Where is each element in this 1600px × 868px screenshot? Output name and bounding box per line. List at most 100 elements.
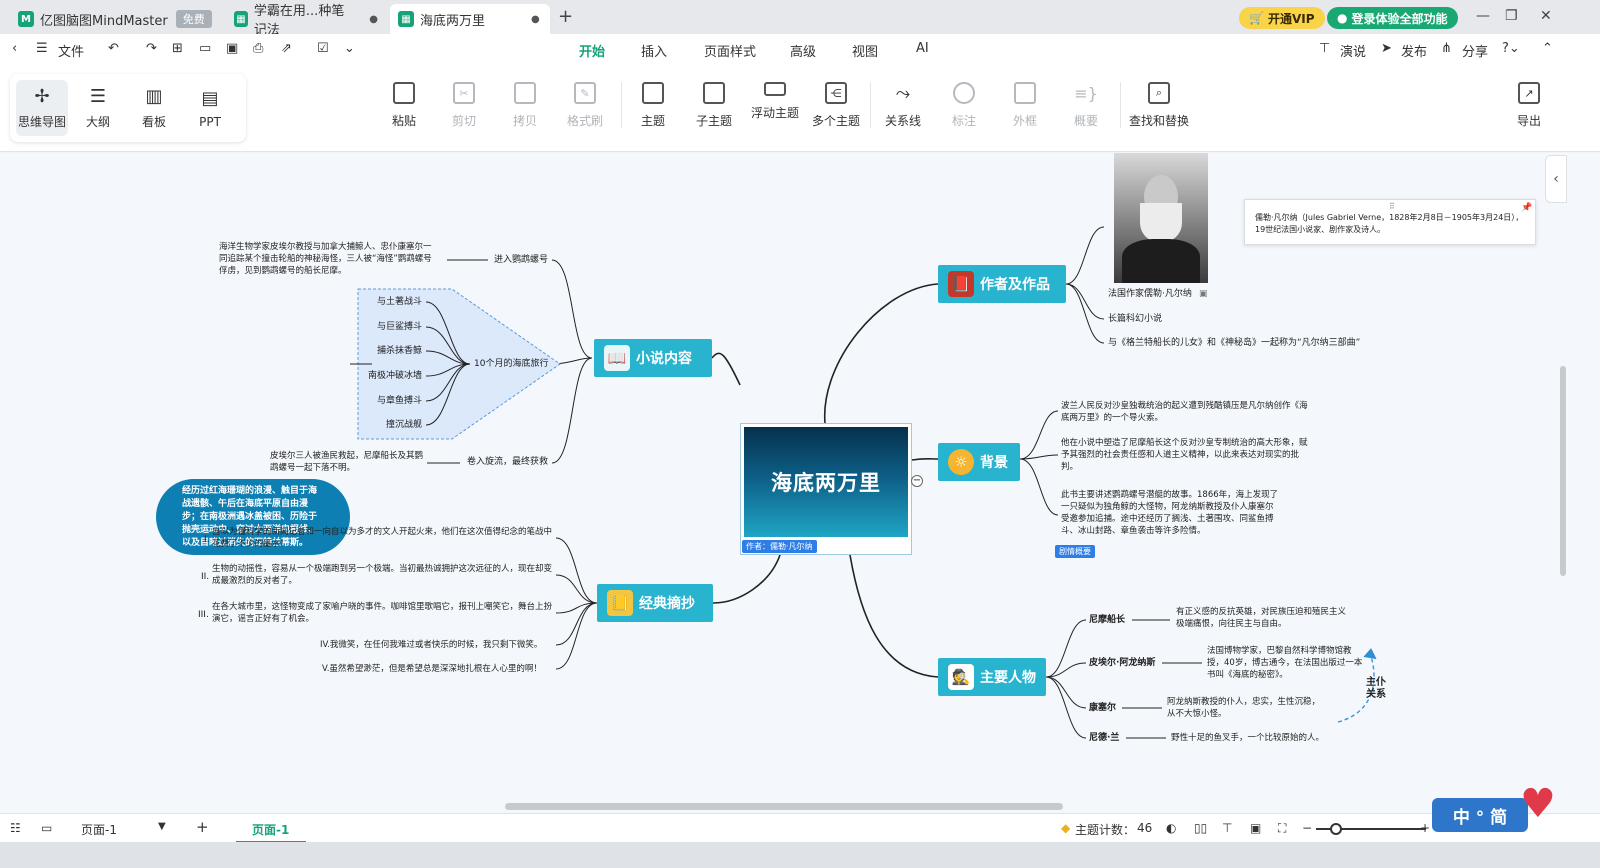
- ime-indicator[interactable]: 中 ° 简: [1432, 798, 1528, 832]
- page-tab[interactable]: 页面-1: [252, 821, 289, 838]
- open-folder-icon[interactable]: ▭: [199, 41, 211, 56]
- branch-background[interactable]: ☼ 背景: [938, 443, 1020, 481]
- portrait-caption[interactable]: 法国作家儒勒·凡尔纳: [1108, 288, 1192, 301]
- floating-topic-button[interactable]: 浮动主题: [743, 82, 807, 121]
- subtopic-button[interactable]: 子主题: [682, 82, 746, 129]
- new-file-icon[interactable]: ⊞: [172, 41, 183, 56]
- summary-button[interactable]: ≡} 概要: [1054, 82, 1118, 129]
- zoom-out-icon[interactable]: −: [1302, 821, 1312, 835]
- print-icon[interactable]: ⎙: [253, 41, 263, 56]
- minimize-icon[interactable]: —: [1476, 8, 1490, 24]
- redo-icon[interactable]: ↷: [146, 41, 157, 56]
- background-paragraph-1[interactable]: 波兰人民反对沙皇独裁统治的起义遭到残酷镇压是凡尔纳创作《海底两万里》的一个导火索…: [1061, 400, 1309, 424]
- page-panel-icon[interactable]: ▭: [41, 821, 52, 835]
- character-desc[interactable]: 有正义感的反抗英雄，对民族压迫和殖民主义极端痛恨，向往民主与自由。: [1176, 606, 1346, 630]
- share-small-icon[interactable]: ☑: [317, 41, 329, 56]
- character-desc[interactable]: 法国博物学家，巴黎自然科学博物馆教授，40岁，博古通今，在法国出版过一本书叫《海…: [1207, 645, 1363, 681]
- topic-genre[interactable]: 长篇科幻小说: [1108, 313, 1162, 326]
- topic-enter-nautilus[interactable]: 进入鹦鹉螺号: [494, 254, 548, 267]
- vip-button[interactable]: 🛒 开通VIP: [1239, 7, 1325, 29]
- topic-enter-detail[interactable]: 海洋生物学家皮埃尔教授与加拿大捕鲸人、忠仆康塞尔一同追踪某个撞击轮船的神秘海怪，…: [219, 241, 439, 277]
- tab-current[interactable]: ▦ 海底两万里 ●: [390, 4, 550, 34]
- paste-button[interactable]: 粘贴: [372, 82, 436, 129]
- background-paragraph-3[interactable]: 此书主要讲述鹦鹉螺号潜艇的故事。1866年，海上发现了一只疑似为独角鲸的大怪物，…: [1061, 489, 1279, 537]
- relationship-button[interactable]: ⤳ 关系线: [871, 82, 935, 129]
- quote-item[interactable]: V.虽然希望渺茫，但是希望总是深深地扎根在人心里的啊！: [322, 663, 562, 676]
- journey-item[interactable]: 撞沉战舰: [386, 419, 422, 432]
- export-button[interactable]: ↗ 导出: [1497, 82, 1561, 129]
- drag-handle-icon[interactable]: ⠿: [1389, 201, 1395, 213]
- zoom-slider-handle[interactable]: [1330, 823, 1342, 835]
- horizontal-scrollbar[interactable]: [505, 803, 1063, 810]
- more-dropdown-icon[interactable]: ⌄: [344, 41, 355, 56]
- view-mindmap[interactable]: ✢ 思维导图: [16, 80, 68, 136]
- publish-icon[interactable]: ➤: [1381, 41, 1392, 56]
- tab-view[interactable]: 视图: [852, 41, 878, 60]
- find-replace-button[interactable]: ⌕ 查找和替换: [1126, 82, 1192, 129]
- author-portrait-image[interactable]: [1114, 153, 1208, 283]
- save-icon[interactable]: ▣: [226, 41, 238, 56]
- view-kanban[interactable]: ▥ 看板: [128, 80, 180, 136]
- theme-icon[interactable]: ◐: [1166, 821, 1176, 835]
- export-small-icon[interactable]: ⇗: [281, 41, 292, 56]
- branch-author-works[interactable]: 📕 作者及作品: [938, 265, 1066, 303]
- new-tab-plus-icon[interactable]: +: [558, 6, 573, 27]
- boundary-button[interactable]: 外框: [993, 82, 1057, 129]
- menu-icon[interactable]: ☰: [36, 41, 48, 56]
- topic-end-detail[interactable]: 皮埃尔三人被渔民救起，尼摩船长及其鹦鹉螺号一起下落不明。: [270, 450, 428, 474]
- tab-advanced[interactable]: 高级: [790, 41, 816, 60]
- book-view-icon[interactable]: ▯▯: [1194, 821, 1207, 835]
- branch-novel-content[interactable]: 📖 小说内容: [594, 339, 712, 377]
- pin-icon[interactable]: 📌: [1521, 202, 1532, 214]
- present-button[interactable]: 演说: [1340, 41, 1366, 60]
- side-panel-toggle-icon[interactable]: ‹: [1545, 155, 1567, 203]
- fit-page-icon[interactable]: ▣: [1250, 821, 1261, 835]
- journey-item[interactable]: 南极冲破冰墙: [368, 370, 422, 383]
- tab-home[interactable]: M 亿图脑图MindMaster 免费: [10, 4, 220, 34]
- topic-end[interactable]: 卷入旋流，最终获救: [467, 456, 548, 469]
- quote-item[interactable]: IV.我微笑，在任何我难过或者快乐的时候，我只剩下微笑。: [320, 639, 560, 652]
- character-name[interactable]: 皮埃尔·阿龙纳斯: [1089, 657, 1155, 670]
- author-tag[interactable]: 作者：儒勒·凡尔纳: [742, 540, 817, 553]
- tab-notes[interactable]: ▦ 学霸在用...种笔记法 ●: [226, 4, 386, 38]
- share-button[interactable]: 分享: [1462, 41, 1488, 60]
- tab-start[interactable]: 开始: [576, 41, 608, 66]
- journey-item[interactable]: 与土著战斗: [377, 296, 422, 309]
- tab-insert[interactable]: 插入: [641, 41, 667, 60]
- share-icon[interactable]: ⋔: [1441, 41, 1452, 56]
- restore-icon[interactable]: ❐: [1505, 8, 1518, 24]
- zoom-in-icon[interactable]: +: [1420, 821, 1430, 835]
- collapse-toggle-icon[interactable]: −: [911, 475, 923, 487]
- file-menu[interactable]: 文件: [58, 41, 84, 60]
- back-icon[interactable]: ‹: [12, 41, 17, 56]
- tab-ai[interactable]: AI: [916, 41, 929, 56]
- character-name[interactable]: 尼摩船长: [1089, 614, 1125, 627]
- vertical-scrollbar[interactable]: [1560, 366, 1566, 576]
- topic-journey[interactable]: 10个月的海底旅行: [474, 358, 548, 371]
- topic-button[interactable]: 主题: [621, 82, 685, 129]
- present-icon[interactable]: ⊤: [1319, 41, 1330, 56]
- journey-item[interactable]: 与巨鲨搏斗: [377, 321, 422, 334]
- character-desc[interactable]: 野性十足的鱼叉手，一个比较原始的人。: [1171, 732, 1371, 745]
- character-name[interactable]: 尼德·兰: [1089, 732, 1119, 745]
- view-ppt[interactable]: ▤ PPT: [184, 80, 236, 136]
- journey-item[interactable]: 与章鱼搏斗: [377, 395, 422, 408]
- character-name[interactable]: 康塞尔: [1089, 702, 1116, 715]
- collapse-ribbon-icon[interactable]: ⌃: [1542, 41, 1553, 56]
- help-icon[interactable]: ?⌄: [1502, 41, 1520, 56]
- view-outline[interactable]: ☰ 大纲: [72, 80, 124, 136]
- page-list-icon[interactable]: ☷: [10, 821, 21, 835]
- relationship-label[interactable]: 主仆关系: [1366, 677, 1388, 701]
- add-page-icon[interactable]: +: [196, 818, 209, 836]
- fullscreen-icon[interactable]: ⛶: [1278, 821, 1286, 836]
- close-icon[interactable]: ✕: [1540, 8, 1552, 24]
- publish-button[interactable]: 发布: [1401, 41, 1427, 60]
- plot-summary-tag[interactable]: 剧情概要: [1055, 545, 1095, 558]
- branch-characters[interactable]: 🕵 主要人物: [938, 658, 1046, 696]
- page-dropdown-icon[interactable]: ▼: [158, 821, 166, 832]
- copy-button[interactable]: 拷贝: [493, 82, 557, 129]
- journey-item[interactable]: 捕杀抹香鲸: [377, 345, 422, 358]
- quote-item[interactable]: 在各大城市里，这怪物变成了家喻户晓的事件。咖啡馆里歌唱它，报刊上嘲笑它，舞台上扮…: [212, 601, 556, 625]
- quote-item[interactable]: 自以为懂科学的新闻记者和一向自以为多才的文人开起火来，他们在这次值得纪念的笔战中…: [212, 526, 556, 550]
- callout-button[interactable]: 标注: [932, 82, 996, 129]
